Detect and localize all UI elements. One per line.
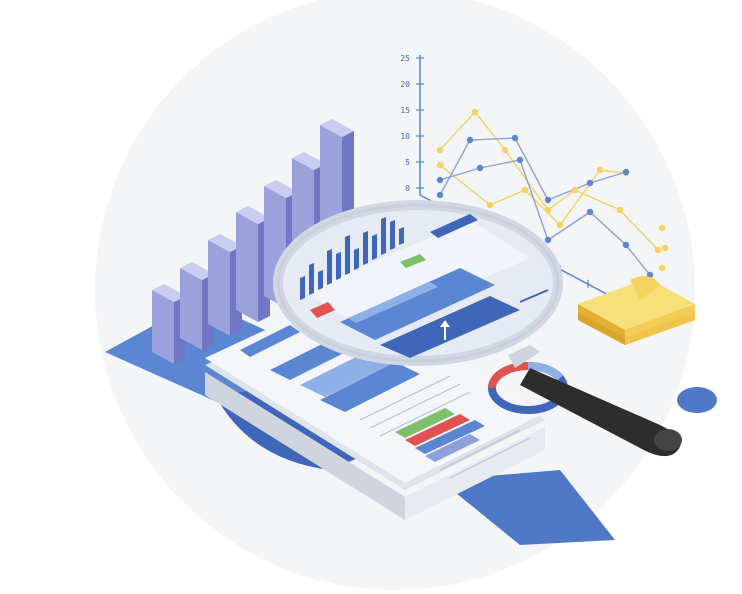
line-point [586, 179, 594, 187]
lens-bar [336, 252, 341, 280]
axis-tick-label: 15 [400, 106, 410, 115]
line-point [571, 186, 579, 194]
line-point [516, 156, 524, 164]
lens-bar [390, 220, 395, 250]
line-point [466, 136, 474, 144]
line-point [658, 224, 666, 232]
line-point [521, 186, 529, 194]
line-point [654, 246, 662, 254]
lens-bar [363, 231, 368, 265]
line-point [544, 196, 552, 204]
line-point [596, 166, 604, 174]
line-point [436, 176, 444, 184]
lens-bar [318, 270, 323, 290]
line-point [622, 241, 630, 249]
lens-bar [300, 276, 305, 300]
lens-bar [309, 263, 314, 295]
line-point [661, 244, 669, 252]
lens-bar [345, 235, 350, 275]
line-point [436, 191, 444, 199]
line-point [486, 201, 494, 209]
line-point [622, 168, 630, 176]
line-point [476, 164, 484, 172]
lens-bar [354, 248, 359, 270]
line-point [658, 264, 666, 272]
bar-4 [236, 212, 258, 322]
data-analysis-illustration: 25 20 15 10 5 0 [95, 0, 717, 590]
line-point [616, 206, 624, 214]
line-point [586, 208, 594, 216]
line-point [501, 146, 509, 154]
line-point [511, 134, 519, 142]
line-point [436, 161, 444, 169]
lens-bar [372, 234, 377, 260]
bar-2 [180, 268, 202, 350]
illustration-canvas: 25 20 15 10 5 0 [0, 0, 742, 594]
bar-1 [152, 290, 174, 364]
line-point [556, 221, 564, 229]
axis-tick-label: 25 [400, 54, 410, 63]
line-point [544, 206, 552, 214]
axis-tick-label: 5 [405, 158, 410, 167]
axis-tick-label: 0 [405, 184, 410, 193]
lens-bar [381, 217, 386, 255]
axis-tick-label: 20 [400, 80, 410, 89]
lens-bar [399, 227, 404, 245]
lens-bar [327, 249, 332, 285]
bar-3 [208, 240, 230, 336]
line-point [544, 236, 552, 244]
axis-tick-label: 10 [400, 132, 410, 141]
line-point [436, 146, 444, 154]
line-point [471, 108, 479, 116]
